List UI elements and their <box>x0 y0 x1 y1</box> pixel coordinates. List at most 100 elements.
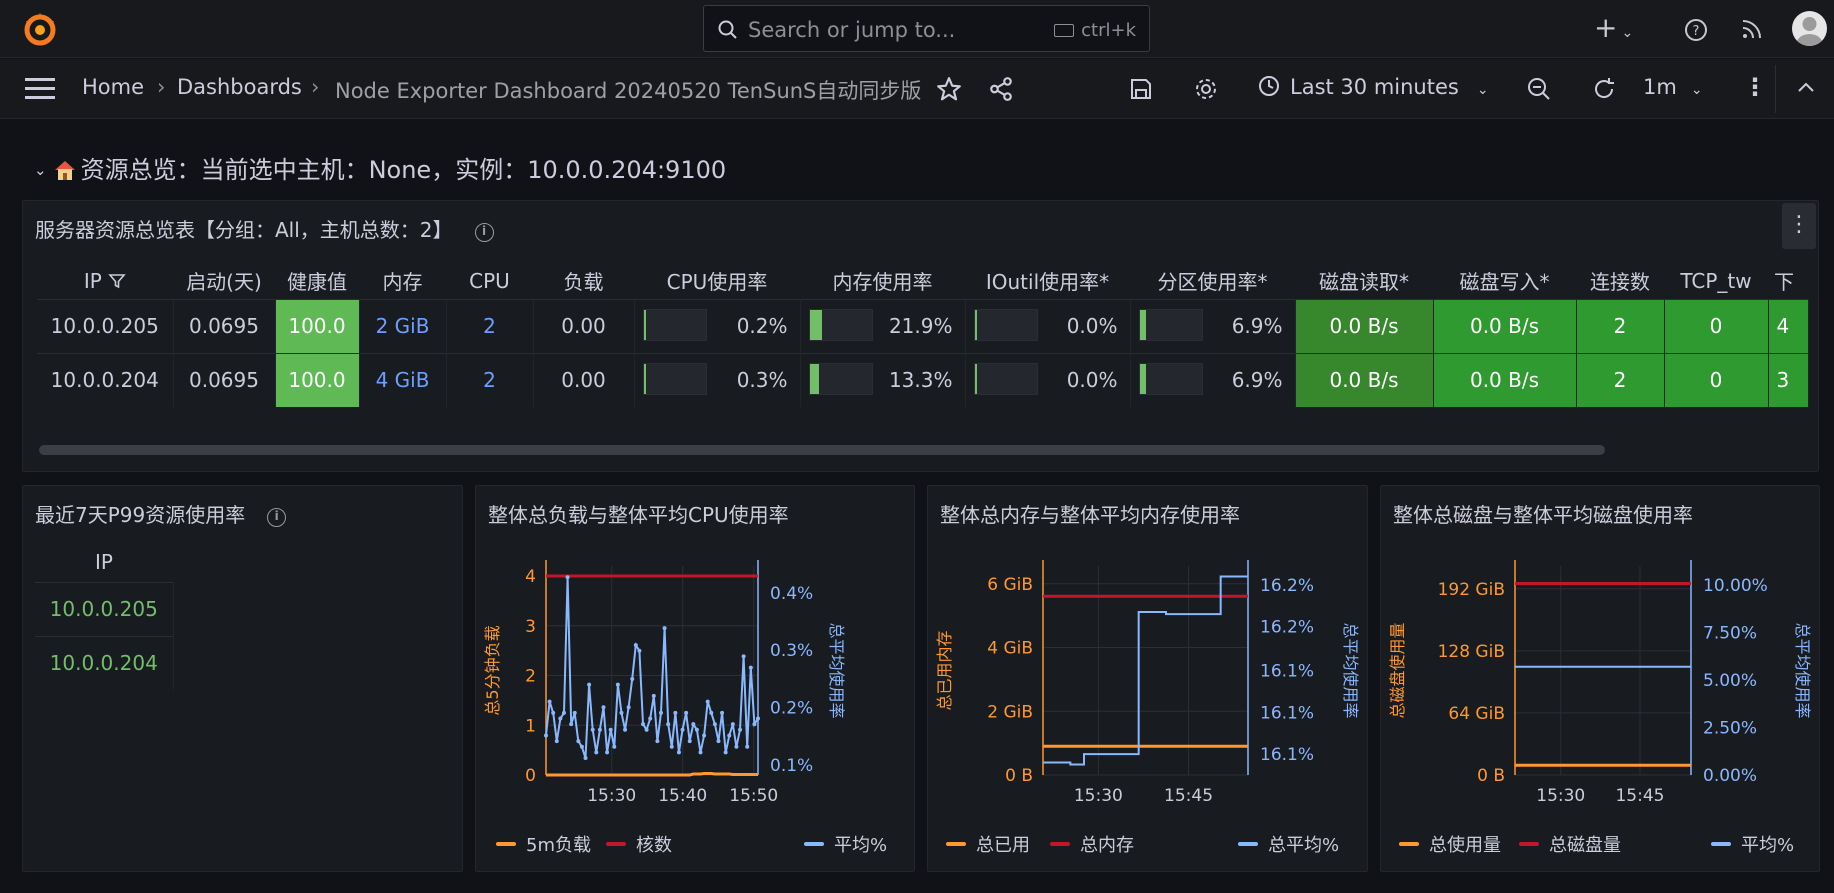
cell-disk-write: 0.0 B/s <box>1433 298 1577 353</box>
user-avatar[interactable] <box>1792 11 1827 46</box>
legend-item[interactable]: 总磁盘量 <box>1519 831 1621 857</box>
grafana-logo-icon[interactable] <box>22 11 58 47</box>
panel-title: 服务器资源总览表【分组：All，主机总数：2】 i <box>35 214 494 243</box>
y-axis-label: 总磁盘使用量 <box>1388 622 1407 718</box>
column-header[interactable]: 磁盘写入* <box>1433 263 1576 299</box>
breadcrumb-dashboards[interactable]: Dashboards <box>177 75 302 99</box>
column-header[interactable]: 启动(天) <box>173 263 275 299</box>
data-point <box>594 750 599 755</box>
cell-cpu-link[interactable]: 2 <box>446 298 534 353</box>
column-header[interactable]: 分区使用率* <box>1130 263 1295 299</box>
settings-gear-icon[interactable] <box>1194 77 1218 101</box>
panel-menu-icon[interactable]: ⋮ <box>1782 203 1816 249</box>
legend-item[interactable]: 平均% <box>804 831 887 857</box>
table-row: 10.0.0.204 0.0695 100.0 4 GiB 2 0.00 0.3% 13.3%… <box>37 352 1809 407</box>
info-icon[interactable]: i <box>267 508 287 527</box>
x-tick-label: 15:45 <box>1164 786 1213 806</box>
legend-label: 平均% <box>1741 835 1795 856</box>
legend-item[interactable]: 总使用量 <box>1399 831 1501 857</box>
refresh-icon[interactable] <box>1592 77 1616 101</box>
column-header[interactable]: 连接数 <box>1576 263 1664 299</box>
data-point <box>687 739 692 744</box>
y2-tick-label: 7.50% <box>1703 624 1757 644</box>
nav-bar: Home › Dashboards › Node Exporter Dashbo… <box>0 59 1834 119</box>
series-line <box>545 577 759 759</box>
data-point <box>673 710 678 715</box>
load-cpu-chart[interactable]: 0 1 2 3 4 0.1% 0.2% 0.3% 0.4% 15:30 15:40 15:50 总5分钟… <box>476 531 916 821</box>
breadcrumb-separator: › <box>157 75 166 99</box>
row-header[interactable]: ⌄ 资源总览：当前选中主机：None，实例：10.0.0.204:9100 <box>34 150 726 185</box>
breadcrumb-home[interactable]: Home <box>82 75 144 99</box>
data-point <box>637 648 642 653</box>
data-point <box>633 643 638 648</box>
cell-cpu-link[interactable]: 2 <box>446 352 534 407</box>
share-icon[interactable] <box>988 76 1014 102</box>
cell-health: 100.0 <box>275 298 360 353</box>
legend-item[interactable]: 总内存 <box>1050 831 1134 857</box>
gauge-fill <box>974 364 977 395</box>
filter-icon[interactable] <box>108 272 126 290</box>
legend-item[interactable]: 总已用 <box>946 831 1030 857</box>
gauge-value: 0.0% <box>1066 314 1118 338</box>
gauge-bar <box>973 309 1038 341</box>
legend-item[interactable]: 5m负载 <box>496 831 591 857</box>
column-header[interactable]: 磁盘读取* <box>1295 263 1433 299</box>
data-point <box>554 739 559 744</box>
legend-item[interactable]: 平均% <box>1711 831 1794 857</box>
column-header[interactable]: CPU <box>446 263 533 299</box>
gauge-bar <box>642 363 707 396</box>
data-point <box>590 727 595 732</box>
star-icon[interactable] <box>936 76 962 102</box>
y2-axis-label: 总平均使用率 <box>1341 622 1360 718</box>
gauge-fill <box>974 310 977 340</box>
info-icon[interactable]: i <box>474 223 494 242</box>
time-range-label: Last 30 minutes <box>1290 75 1459 99</box>
help-icon[interactable]: ? <box>1684 18 1708 42</box>
refresh-interval-picker[interactable]: 1m ⌄ <box>1643 75 1703 99</box>
cell-tcp-tw: 0 <box>1664 352 1769 407</box>
data-point <box>608 727 613 732</box>
search-input[interactable]: Search or jump to... ctrl+k <box>703 5 1150 52</box>
legend-item[interactable]: 核数 <box>606 831 672 857</box>
column-header[interactable]: IP <box>37 263 173 299</box>
data-point <box>648 716 653 721</box>
save-icon[interactable] <box>1130 78 1152 100</box>
gauge-value: 6.9% <box>1231 314 1283 338</box>
y2-axis-label: 总平均使用率 <box>1793 622 1812 718</box>
memory-chart[interactable]: 0 B 2 GiB 4 GiB 6 GiB 16.1% 16.1% 16.1% 16.2% 16… <box>928 531 1369 821</box>
zoom-out-icon[interactable] <box>1527 77 1551 101</box>
cell-memory-link[interactable]: 2 GiB <box>359 298 447 353</box>
column-header[interactable]: 内存使用率 <box>800 263 965 299</box>
disk-chart[interactable]: 0 B 64 GiB 128 GiB 192 GiB 0.00% 2.50% 5.00% 7.… <box>1381 531 1821 821</box>
data-point <box>680 727 685 732</box>
cell-disk-read: 0.0 B/s <box>1295 298 1434 353</box>
menu-icon[interactable] <box>25 78 55 100</box>
gauge-cell: 0.3% <box>634 352 801 407</box>
gauge-fill <box>643 364 646 395</box>
column-header[interactable]: 内存 <box>359 263 446 299</box>
data-point <box>565 575 570 580</box>
divider <box>1775 65 1776 113</box>
x-tick-label: 15:40 <box>658 786 707 806</box>
column-header[interactable]: IOutil使用率* <box>965 263 1130 299</box>
cell-memory-link[interactable]: 4 GiB <box>359 352 447 407</box>
add-new-button[interactable]: + ⌄ <box>1594 11 1633 44</box>
legend-swatch <box>496 842 516 846</box>
time-range-picker[interactable]: Last 30 minutes ⌄ <box>1258 75 1489 99</box>
data-point <box>720 710 725 715</box>
column-header[interactable]: 负载 <box>533 263 634 299</box>
horizontal-scrollbar[interactable] <box>39 445 1605 455</box>
column-header[interactable]: CPU使用率 <box>634 263 800 299</box>
collapse-up-icon[interactable] <box>1797 81 1815 93</box>
y-tick-label: 0 <box>525 766 536 786</box>
more-options-icon[interactable]: ⋮ <box>1743 73 1767 101</box>
column-header[interactable]: TCP_tw <box>1664 263 1768 299</box>
data-point <box>691 722 696 727</box>
data-point <box>623 727 628 732</box>
news-feed-icon[interactable] <box>1741 18 1763 40</box>
column-header[interactable]: 下 <box>1768 263 1808 299</box>
column-header[interactable]: 健康值 <box>275 263 359 299</box>
legend-item[interactable]: 总平均% <box>1238 831 1339 857</box>
column-header[interactable]: IP <box>35 542 173 582</box>
x-tick-label: 15:50 <box>729 786 778 806</box>
